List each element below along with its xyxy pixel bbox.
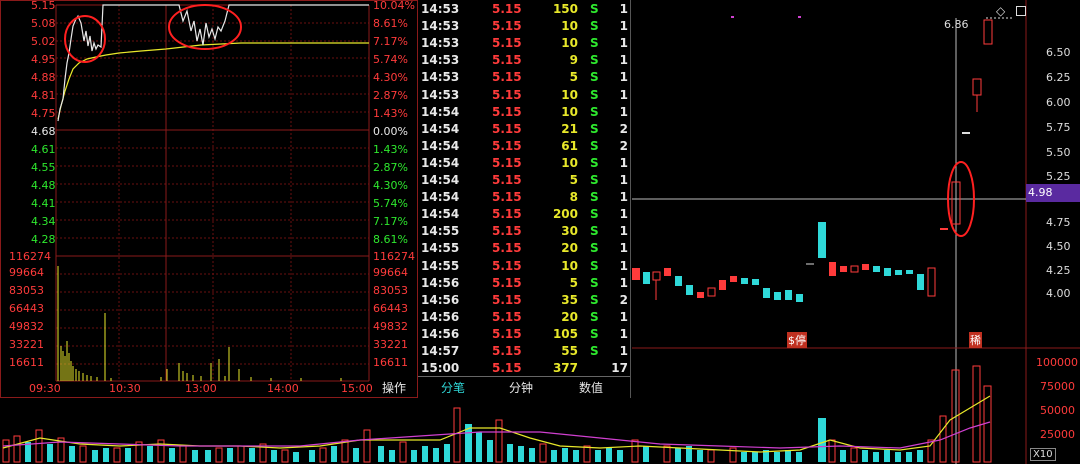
volume-bars xyxy=(2,365,992,463)
limit-up-marker: 稀 xyxy=(969,332,982,348)
kline-chart-svg[interactable] xyxy=(0,0,1080,464)
current-price-tag: 4.98 xyxy=(1026,184,1080,202)
candles xyxy=(632,17,1014,302)
peak-price-label: 6.86 xyxy=(944,18,969,31)
box-icon[interactable] xyxy=(1016,6,1026,16)
limit-up-marker: $停 xyxy=(787,332,807,348)
volume-unit: X10 xyxy=(1030,448,1056,461)
diamond-icon[interactable]: ◇ xyxy=(996,4,1005,18)
